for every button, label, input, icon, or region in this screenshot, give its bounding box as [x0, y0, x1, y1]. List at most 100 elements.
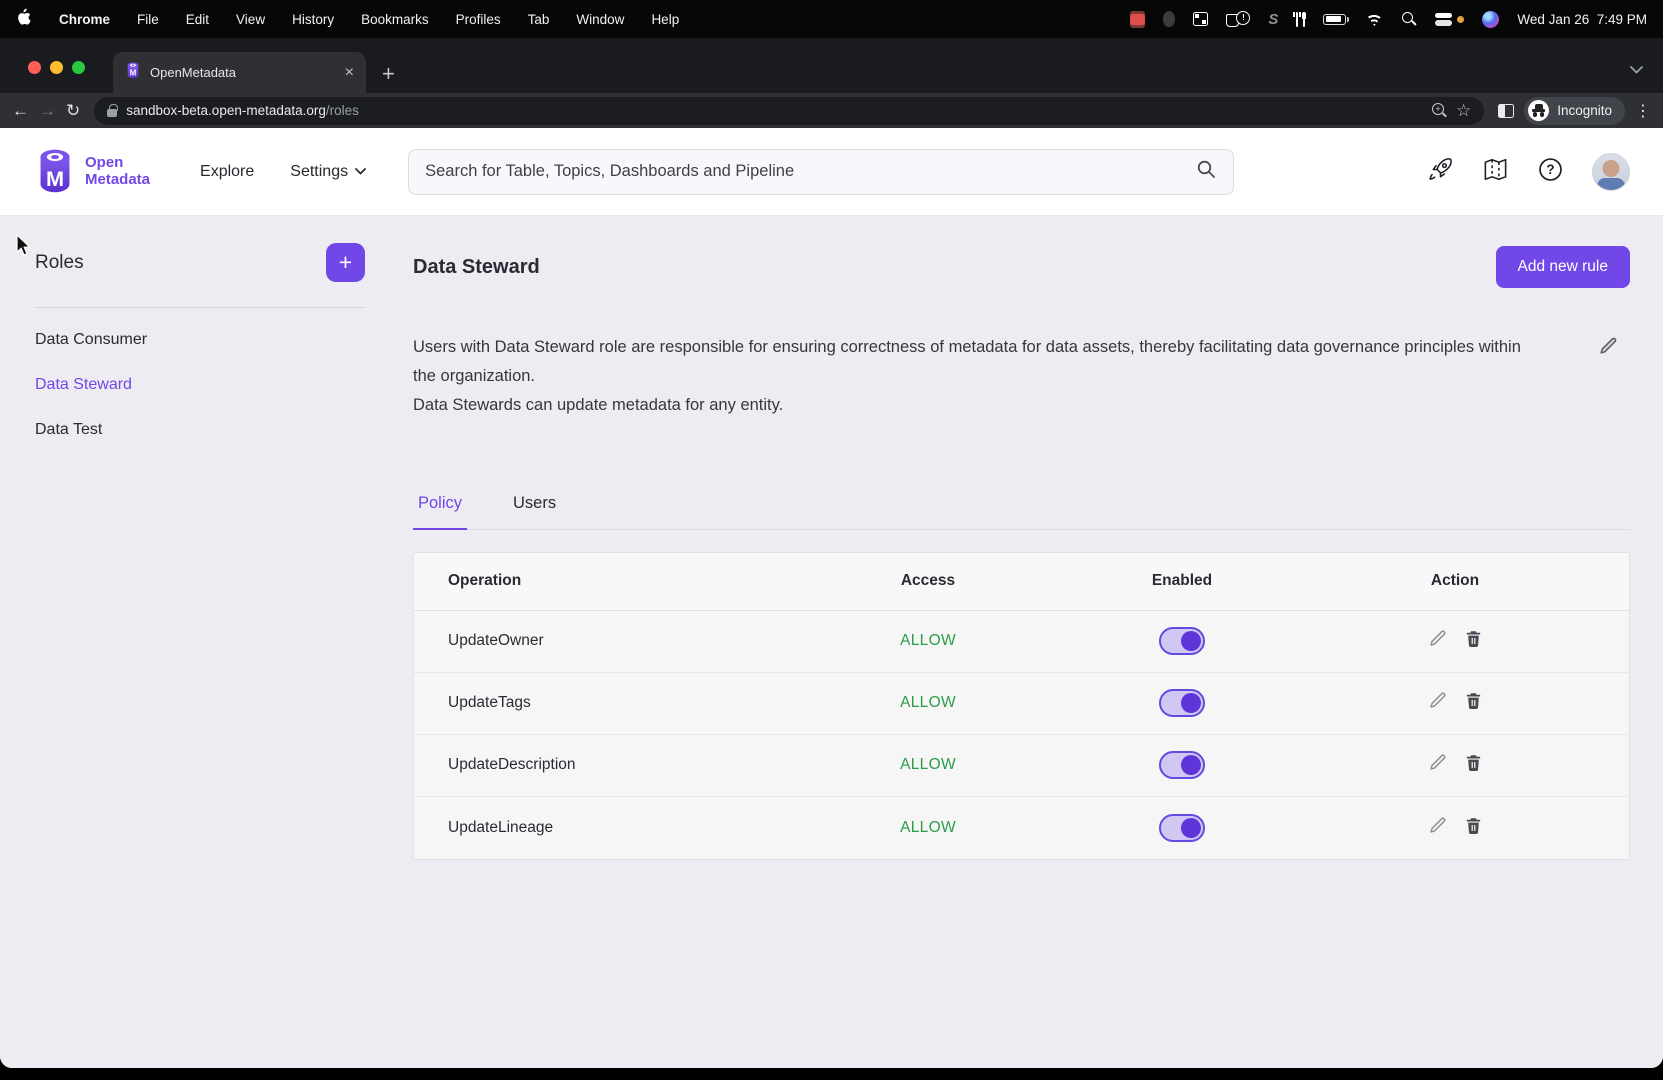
siri-icon[interactable]: [1482, 11, 1499, 28]
openmetadata-logo-icon: M: [33, 148, 77, 195]
new-tab-button[interactable]: +: [382, 63, 395, 85]
menu-bookmarks[interactable]: Bookmarks: [361, 12, 429, 27]
menu-window[interactable]: Window: [576, 12, 624, 27]
silhouette-icon[interactable]: [1163, 11, 1175, 27]
browser-tab[interactable]: M OpenMetadata ×: [113, 52, 366, 93]
menu-tab[interactable]: Tab: [528, 12, 550, 27]
tab-favicon: M: [125, 62, 141, 84]
tab-policy[interactable]: Policy: [413, 494, 467, 530]
browser-menu-icon[interactable]: ⋮: [1635, 101, 1651, 121]
menu-edit[interactable]: Edit: [186, 12, 209, 27]
zoom-icon[interactable]: [1432, 103, 1447, 118]
url-path: /roles: [326, 103, 359, 118]
svg-text:?: ?: [1546, 162, 1554, 177]
enabled-toggle[interactable]: [1159, 689, 1205, 717]
incognito-badge: Incognito: [1524, 97, 1625, 125]
user-avatar[interactable]: [1592, 153, 1630, 191]
docker-alert-icon[interactable]: [1226, 11, 1250, 28]
operation-cell: UpdateTags: [414, 694, 771, 712]
enabled-toggle[interactable]: [1159, 751, 1205, 779]
svg-text:M: M: [46, 166, 64, 191]
menu-help[interactable]: Help: [651, 12, 679, 27]
delete-rule-icon[interactable]: [1464, 816, 1483, 840]
add-role-button[interactable]: +: [326, 243, 365, 282]
delete-rule-icon[interactable]: [1464, 629, 1483, 653]
back-icon[interactable]: ←: [12, 102, 29, 119]
global-search[interactable]: [408, 149, 1234, 195]
lock-icon[interactable]: [107, 109, 117, 117]
chevron-down-icon: [355, 168, 366, 175]
operation-cell: UpdateOwner: [414, 632, 771, 650]
add-new-rule-button[interactable]: Add new rule: [1496, 246, 1630, 288]
delete-rule-icon[interactable]: [1464, 753, 1483, 777]
app-header: M Open Metadata Explore Settings: [0, 128, 1663, 216]
description-paragraph-2: Data Stewards can update metadata for an…: [413, 391, 1535, 420]
table-row-updatelineage: UpdateLineage ALLOW: [414, 797, 1629, 859]
wifi-icon[interactable]: [1364, 12, 1384, 26]
sidebar-item-data-steward[interactable]: Data Steward: [35, 362, 365, 407]
shush-icon[interactable]: S: [1268, 12, 1278, 27]
minimize-window-button[interactable]: [50, 61, 63, 74]
openmetadata-logo[interactable]: M Open Metadata: [33, 148, 150, 195]
menu-file[interactable]: File: [137, 12, 159, 27]
operation-cell: UpdateDescription: [414, 756, 771, 774]
address-bar[interactable]: sandbox-beta.open-metadata.org/roles ☆: [94, 97, 1484, 125]
edit-rule-icon[interactable]: [1428, 691, 1447, 715]
help-icon[interactable]: ?: [1537, 156, 1564, 188]
col-enabled: Enabled: [1152, 572, 1212, 590]
url-text[interactable]: sandbox-beta.open-metadata.org/roles: [126, 103, 1423, 118]
access-cell: ALLOW: [900, 632, 956, 650]
search-icon[interactable]: [1196, 159, 1217, 185]
edit-rule-icon[interactable]: [1428, 629, 1447, 653]
enabled-toggle[interactable]: [1159, 627, 1205, 655]
description-paragraph-1: Users with Data Steward role are respons…: [413, 333, 1535, 391]
incognito-label: Incognito: [1557, 103, 1612, 118]
access-cell: ALLOW: [900, 819, 956, 837]
spotlight-icon[interactable]: [1402, 12, 1417, 27]
edit-rule-icon[interactable]: [1428, 753, 1447, 777]
sidebar-title: Roles: [35, 252, 84, 274]
page-title: Data Steward: [413, 256, 540, 279]
menu-view[interactable]: View: [236, 12, 265, 27]
edit-description-icon[interactable]: [1598, 336, 1618, 361]
close-window-button[interactable]: [28, 61, 41, 74]
control-center-icon[interactable]: [1435, 13, 1464, 26]
battery-icon[interactable]: [1323, 14, 1346, 25]
enabled-toggle[interactable]: [1159, 814, 1205, 842]
menubar-app-name[interactable]: Chrome: [59, 12, 110, 27]
maximize-window-button[interactable]: [72, 61, 85, 74]
side-panel-icon[interactable]: [1498, 104, 1514, 118]
tab-close-icon[interactable]: ×: [345, 65, 354, 81]
tour-map-icon[interactable]: [1482, 156, 1509, 188]
tab-users[interactable]: Users: [508, 494, 561, 529]
menu-profiles[interactable]: Profiles: [456, 12, 501, 27]
forward-icon[interactable]: →: [39, 102, 56, 119]
window-layout-icon[interactable]: [1193, 12, 1208, 26]
bookmark-star-icon[interactable]: ☆: [1456, 102, 1471, 119]
utensils-icon[interactable]: [1296, 11, 1305, 27]
delete-rule-icon[interactable]: [1464, 691, 1483, 715]
col-access: Access: [901, 572, 955, 590]
screen-recording-icon[interactable]: [1130, 11, 1145, 28]
sidebar-item-data-test[interactable]: Data Test: [35, 407, 365, 452]
apple-icon[interactable]: [16, 8, 32, 31]
table-row-updatetags: UpdateTags ALLOW: [414, 673, 1629, 735]
whats-new-rocket-icon[interactable]: [1427, 156, 1454, 188]
table-row-updatedescription: UpdateDescription ALLOW: [414, 735, 1629, 797]
nav-settings[interactable]: Settings: [290, 163, 366, 181]
table-header-row: Operation Access Enabled Action: [414, 553, 1629, 611]
role-detail-panel: Data Steward Add new rule Users with Dat…: [413, 216, 1630, 860]
browser-window: M OpenMetadata × + ← → ↻ sandbox-beta.op…: [0, 38, 1663, 1068]
role-description: Users with Data Steward role are respons…: [413, 333, 1630, 420]
sidebar-item-data-consumer[interactable]: Data Consumer: [35, 317, 365, 362]
window-controls: [28, 61, 85, 74]
page-content: Roles + Data Consumer Data Steward Data …: [0, 216, 1663, 1068]
reload-icon[interactable]: ↻: [66, 102, 80, 119]
svg-text:M: M: [130, 68, 137, 77]
edit-rule-icon[interactable]: [1428, 816, 1447, 840]
menu-history[interactable]: History: [292, 12, 334, 27]
search-input[interactable]: [425, 162, 1196, 181]
tab-search-chevron-icon[interactable]: [1630, 61, 1643, 79]
nav-explore[interactable]: Explore: [200, 163, 254, 181]
menubar-clock[interactable]: Wed Jan 26 7:49 PM: [1517, 12, 1647, 27]
